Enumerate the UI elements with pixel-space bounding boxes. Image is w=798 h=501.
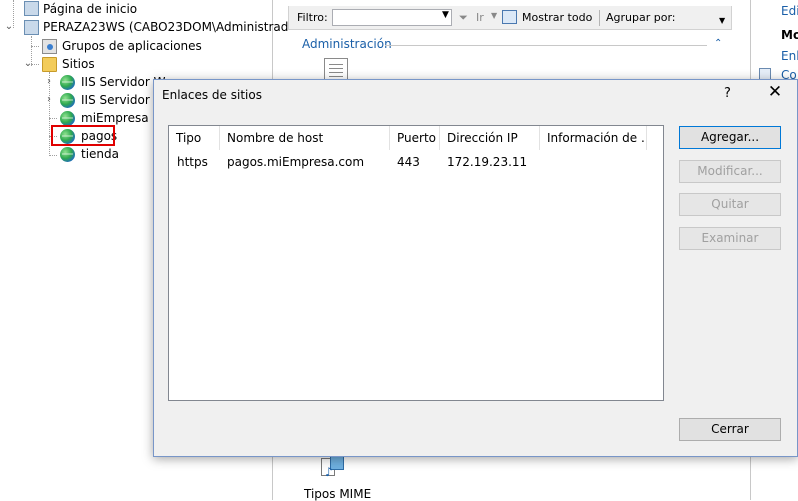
action-edit-link[interactable]: Edi	[781, 4, 798, 18]
cell-ip[interactable]: 172.19.23.11	[447, 155, 527, 169]
show-all-button[interactable]: Mostrar todo	[522, 11, 592, 24]
tree-item-label: tienda	[81, 147, 119, 161]
folder-icon	[42, 57, 57, 72]
action-bindings-link[interactable]: Enl	[781, 49, 798, 63]
list-header: Tipo Nombre de host Puerto Dirección IP …	[169, 126, 663, 150]
section-divider	[385, 45, 707, 46]
tree-item-label: PERAZA23WS (CABO23DOM\Administrado	[43, 20, 296, 34]
chevron-down-icon[interactable]: ▼	[442, 10, 449, 20]
tree-item-label: Página de inicio	[43, 2, 138, 16]
chevron-up-icon[interactable]: ⌃	[714, 38, 722, 49]
tree-item-app-pools[interactable]: Grupos de aplicaciones	[0, 37, 270, 55]
actions-section-header: Mo	[781, 28, 798, 42]
tree-item-label: Grupos de aplicaciones	[62, 39, 202, 53]
toolbar-separator	[599, 10, 600, 26]
cell-type[interactable]: https	[177, 155, 208, 169]
cell-host[interactable]: pagos.miEmpresa.com	[227, 155, 364, 169]
browse-button[interactable]: Examinar	[679, 227, 781, 250]
close-button[interactable]: Cerrar	[679, 418, 781, 441]
column-header-host[interactable]: Nombre de host	[220, 126, 390, 150]
chevron-right-icon[interactable]: ›	[44, 91, 54, 109]
filter-label: Filtro:	[297, 11, 328, 24]
server-icon	[24, 20, 39, 35]
globe-icon	[60, 75, 75, 90]
tree-item-sites[interactable]: ⌄ Sitios	[0, 55, 270, 73]
site-bindings-dialog: Enlaces de sitios ? ✕ Tipo Nombre de hos…	[153, 79, 798, 457]
column-header-info[interactable]: Información de ...	[540, 126, 647, 150]
globe-icon	[60, 111, 75, 126]
edit-button[interactable]: Modificar...	[679, 160, 781, 183]
filter-input[interactable]	[332, 9, 452, 26]
globe-icon	[60, 147, 75, 162]
filter-toolbar: Filtro: ▼ ⏷ Ir ▼ Mostrar todo Agrupar po…	[288, 6, 732, 30]
remove-button[interactable]: Quitar	[679, 193, 781, 216]
column-header-type[interactable]: Tipo	[169, 126, 220, 150]
chevron-down-icon[interactable]: ▼	[491, 11, 497, 20]
dialog-title: Enlaces de sitios	[162, 88, 262, 102]
app-pool-icon	[42, 39, 57, 54]
group-by-label[interactable]: Agrupar por:	[606, 11, 676, 24]
bindings-list[interactable]: Tipo Nombre de host Puerto Dirección IP …	[168, 125, 664, 401]
go-button[interactable]: Ir	[476, 11, 484, 24]
column-header-ip[interactable]: Dirección IP	[440, 126, 540, 150]
chevron-down-icon[interactable]: ⌄	[23, 55, 33, 73]
help-icon[interactable]: ?	[724, 86, 731, 101]
chevron-right-icon[interactable]: ›	[44, 73, 54, 91]
mime-types-icon[interactable]: ♪	[321, 455, 345, 479]
tree-item-label: Sitios	[62, 57, 95, 71]
chevron-down-icon[interactable]: ⌄	[4, 18, 14, 36]
add-button[interactable]: Agregar...	[679, 126, 781, 149]
funnel-icon[interactable]: ⏷	[459, 11, 468, 25]
tree-item-server[interactable]: ⌄ PERAZA23WS (CABO23DOM\Administrado	[0, 18, 296, 36]
show-all-icon[interactable]	[502, 10, 517, 24]
tree-item-start-page[interactable]: Página de inicio	[0, 0, 270, 18]
scroll-down-icon[interactable]: ▼	[719, 16, 725, 25]
selection-highlight	[51, 125, 115, 146]
column-header-port[interactable]: Puerto	[390, 126, 440, 150]
section-header[interactable]: Administración	[302, 37, 392, 51]
close-icon[interactable]: ✕	[766, 83, 784, 101]
feature-label-mime[interactable]: Tipos MIME	[304, 487, 371, 501]
cell-port[interactable]: 443	[397, 155, 420, 169]
start-page-icon	[24, 1, 39, 16]
globe-icon	[60, 93, 75, 108]
